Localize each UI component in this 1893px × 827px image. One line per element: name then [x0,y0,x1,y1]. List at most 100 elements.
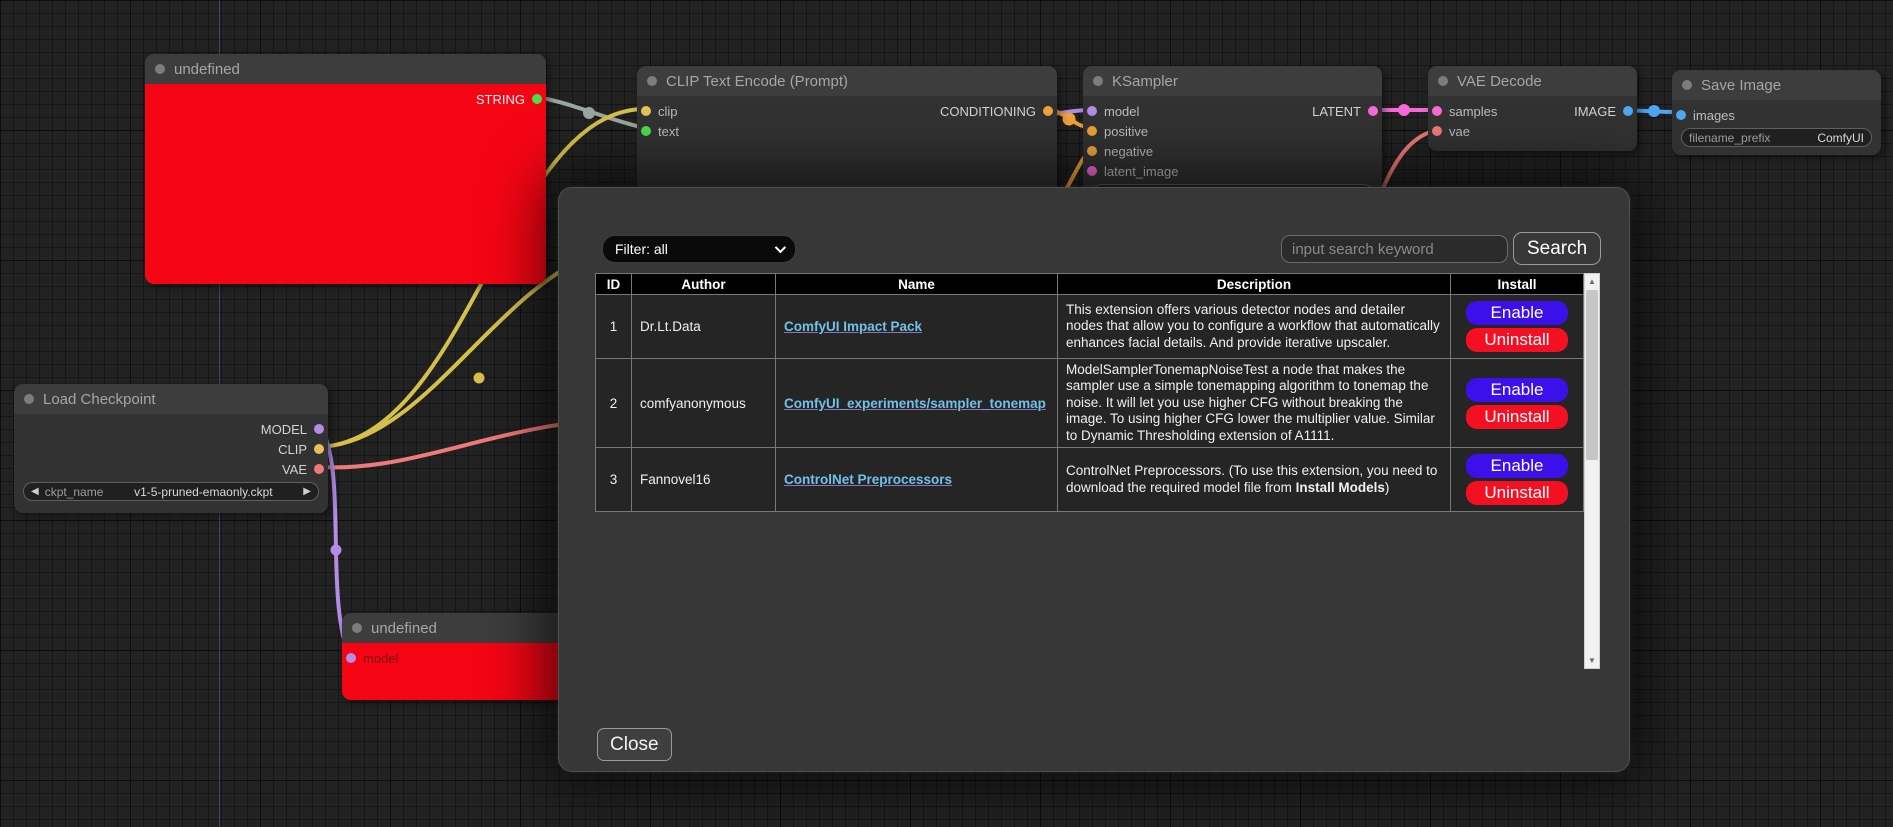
filter-select[interactable]: Filter: all [602,235,796,263]
increment-arrow-icon[interactable]: ▶ [303,487,311,497]
scrollbar-thumb[interactable] [1586,290,1598,460]
cell-description: ModelSamplerTonemapNoiseTest a node that… [1066,362,1442,444]
cell-author: Dr.Lt.Data [632,295,776,359]
collapse-dot-icon[interactable] [647,76,657,86]
node-title: Load Checkpoint [43,391,156,408]
input-pin-latent-image[interactable] [1087,166,1097,176]
header-install: Install [1451,274,1584,295]
node-title-bar[interactable]: Load Checkpoint [14,384,328,414]
node-title-bar[interactable]: undefined [145,54,546,84]
collapse-dot-icon[interactable] [24,394,34,404]
output-pin-vae[interactable] [314,464,324,474]
input-pin-model[interactable] [1087,106,1097,116]
cell-id: 3 [596,448,632,512]
header-id: ID [596,274,632,295]
node-title-bar[interactable]: KSampler [1083,66,1382,96]
node-title-bar[interactable]: VAE Decode [1428,66,1637,96]
node-load-checkpoint[interactable]: Load Checkpoint MODEL CLIP VAE [14,384,328,513]
output-label: IMAGE [1574,104,1616,119]
chevron-down-icon [775,242,786,253]
input-label: text [658,124,679,139]
table-row: 1 Dr.Lt.Data ComfyUI Impact Pack This ex… [596,295,1584,359]
node-graph-canvas[interactable]: undefined STRING CLIP Text Encode (Promp… [0,0,1893,827]
input-pin-text[interactable] [641,126,651,136]
input-pin-negative[interactable] [1087,146,1097,156]
output-pin-image[interactable] [1623,106,1633,116]
header-name: Name [776,274,1058,295]
uninstall-button[interactable]: Uninstall [1466,405,1568,429]
ckpt-name-widget[interactable]: ◀ ckpt_name v1-5-pruned-emaonly.ckpt ▶ [23,482,319,501]
node-title: undefined [371,620,437,637]
filename-prefix-widget[interactable]: filename_prefix ComfyUI [1681,128,1872,147]
collapse-dot-icon[interactable] [1682,80,1692,90]
output-label: CLIP [278,442,307,457]
table-row: 3 Fannovel16 ControlNet Preprocessors Co… [596,448,1584,512]
extension-link[interactable]: ComfyUI Impact Pack [784,319,922,334]
node-vae-decode[interactable]: VAE Decode samples IMAGE vae [1428,66,1637,151]
uninstall-button[interactable]: Uninstall [1466,481,1568,505]
cell-id: 2 [596,359,632,448]
header-author: Author [632,274,776,295]
input-pin-images[interactable] [1676,110,1686,120]
node-title: KSampler [1112,73,1178,90]
uninstall-button[interactable]: Uninstall [1466,328,1568,352]
node-title-bar[interactable]: undefined [342,613,570,643]
node-title: Save Image [1701,77,1781,94]
extension-table: ID Author Name Description Install 1 Dr.… [595,273,1584,512]
output-pin-conditioning[interactable] [1043,106,1053,116]
input-pin-model[interactable] [346,653,356,663]
extension-table-container: ID Author Name Description Install 1 Dr.… [595,273,1600,669]
enable-button[interactable]: Enable [1466,454,1568,478]
input-label: positive [1104,124,1148,139]
input-pin-samples[interactable] [1432,106,1442,116]
widget-value: ComfyUI [1817,131,1864,145]
input-pin-positive[interactable] [1087,126,1097,136]
input-label: samples [1449,104,1497,119]
cell-description: ControlNet Preprocessors. (To use this e… [1066,463,1442,496]
input-label: model [1104,104,1139,119]
scrollbar-up-arrow-icon[interactable]: ▲ [1585,274,1599,289]
output-label: MODEL [261,422,307,437]
enable-button[interactable]: Enable [1466,378,1568,402]
node-title: undefined [174,61,240,78]
collapse-dot-icon[interactable] [1438,76,1448,86]
collapse-dot-icon[interactable] [155,64,165,74]
input-label: clip [658,104,678,119]
collapse-dot-icon[interactable] [1093,76,1103,86]
close-button[interactable]: Close [597,728,672,761]
cell-id: 1 [596,295,632,359]
extension-manager-dialog: Filter: all Search ID Author Name Descri… [558,187,1630,772]
output-pin-clip[interactable] [314,444,324,454]
collapse-dot-icon[interactable] [352,623,362,633]
input-label: vae [1449,124,1470,139]
node-title-bar[interactable]: CLIP Text Encode (Prompt) [637,66,1057,96]
node-save-image[interactable]: Save Image images filename_prefix ComfyU… [1672,70,1881,155]
header-description: Description [1058,274,1451,295]
enable-button[interactable]: Enable [1466,301,1568,325]
node-title: VAE Decode [1457,73,1542,90]
node-undefined-top[interactable]: undefined STRING [145,54,546,284]
input-pin-vae[interactable] [1432,126,1442,136]
widget-label: ckpt_name [45,485,104,499]
bold-install-models: Install Models [1296,480,1385,495]
search-button[interactable]: Search [1513,232,1601,265]
filter-select-value: Filter: all [615,241,668,257]
input-label: negative [1104,144,1153,159]
vertical-scrollbar[interactable]: ▲ ▼ [1584,273,1600,669]
widget-value: v1-5-pruned-emaonly.ckpt [134,485,273,499]
node-undefined-bottom[interactable]: undefined model [342,613,570,700]
search-input[interactable] [1281,235,1508,263]
link-clip-branch [320,258,585,447]
decrement-arrow-icon[interactable]: ◀ [31,487,39,497]
cell-author: comfyanonymous [632,359,776,448]
scrollbar-down-arrow-icon[interactable]: ▼ [1585,653,1599,668]
output-pin-latent[interactable] [1368,106,1378,116]
output-pin-string[interactable] [532,94,542,104]
input-pin-clip[interactable] [641,106,651,116]
extension-link[interactable]: ControlNet Preprocessors [784,472,952,487]
output-label: LATENT [1312,104,1361,119]
output-pin-model[interactable] [314,424,324,434]
extension-link[interactable]: ComfyUI_experiments/sampler_tonemap [784,396,1046,411]
input-label: latent_image [1104,164,1178,179]
node-title-bar[interactable]: Save Image [1672,70,1881,100]
